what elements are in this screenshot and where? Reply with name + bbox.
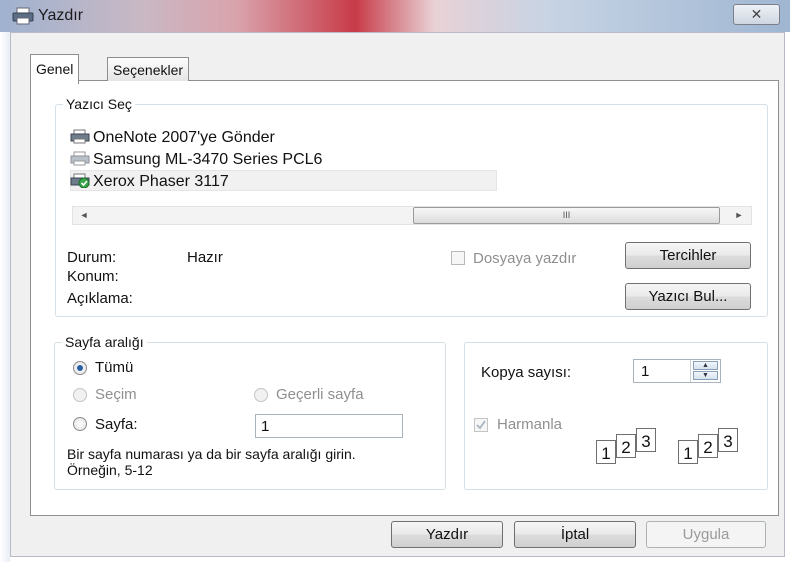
collate-page: 1 xyxy=(596,440,616,464)
all-pages-radio[interactable] xyxy=(73,361,87,375)
collate-label: Harmanla xyxy=(497,416,563,433)
printer-name: OneNote 2007'ye Gönder xyxy=(93,129,275,146)
current-page-radio[interactable] xyxy=(254,388,268,402)
scroll-right-arrow-icon[interactable]: ► xyxy=(727,206,751,225)
tab-general[interactable]: Genel xyxy=(30,54,80,84)
preferences-button[interactable]: Tercihler xyxy=(625,242,751,269)
print-button[interactable]: Yazdır xyxy=(391,521,503,548)
tab-options[interactable]: Seçenekler xyxy=(107,57,190,81)
scrollbar-thumb[interactable]: III xyxy=(413,207,720,224)
comment-label: Açıklama: xyxy=(67,290,133,307)
pages-input[interactable]: 1 xyxy=(255,414,403,438)
spin-up-arrow-icon[interactable]: ▲ xyxy=(693,361,718,370)
status-label: Durum: xyxy=(67,249,117,266)
selection-label: Seçim xyxy=(95,386,137,403)
printer-item[interactable]: OneNote 2007'ye Gönder xyxy=(70,127,275,149)
collate-checkbox[interactable] xyxy=(474,418,488,432)
printer-name: Xerox Phaser 3117 xyxy=(93,173,229,190)
collate-page: 1 xyxy=(678,440,698,464)
page-range-hint: Bir sayfa numarası ya da bir sayfa aralı… xyxy=(67,446,356,478)
printer-list[interactable]: OneNote 2007'ye Gönder Samsung ML-3470 S… xyxy=(70,124,710,194)
checkmark-icon xyxy=(476,420,486,430)
title-bar[interactable] xyxy=(0,0,790,32)
printer-icon xyxy=(12,7,34,25)
printer-name: Samsung ML-3470 Series PCL6 xyxy=(93,151,323,168)
status-value: Hazır xyxy=(187,249,223,266)
printer-icon xyxy=(70,129,90,144)
printer-select-legend: Yazıcı Seç xyxy=(63,96,135,112)
collate-page: 3 xyxy=(636,428,656,452)
cancel-button[interactable]: İptal xyxy=(514,521,636,548)
collate-page: 2 xyxy=(698,434,718,458)
window-title: Yazdır xyxy=(38,7,84,24)
close-button[interactable]: ✕ xyxy=(733,4,780,25)
collate-illustration: 3 2 1 xyxy=(594,428,666,468)
spin-down-arrow-icon[interactable]: ▼ xyxy=(693,371,718,380)
apply-button[interactable]: Uygula xyxy=(646,521,766,548)
pages-label: Sayfa: xyxy=(95,416,138,433)
printer-item[interactable]: Samsung ML-3470 Series PCL6 xyxy=(70,149,322,171)
printer-item-selected[interactable]: Xerox Phaser 3117 xyxy=(70,171,229,193)
copies-spinner[interactable]: ▲ ▼ xyxy=(690,360,720,382)
collate-illustration: 3 2 1 xyxy=(676,428,748,468)
current-page-label: Geçerli sayfa xyxy=(276,386,364,403)
window-edge xyxy=(0,32,10,562)
print-to-file-label: Dosyaya yazdır xyxy=(473,250,577,267)
default-printer-icon xyxy=(70,173,90,189)
location-label: Konum: xyxy=(67,268,119,285)
page-range-legend: Sayfa aralığı xyxy=(62,334,147,350)
collate-page: 2 xyxy=(616,434,636,458)
find-printer-button[interactable]: Yazıcı Bul... xyxy=(625,283,751,310)
selection-radio[interactable] xyxy=(73,388,87,402)
printer-icon xyxy=(70,151,90,166)
all-pages-label: Tümü xyxy=(95,359,134,376)
scroll-left-arrow-icon[interactable]: ◄ xyxy=(72,206,96,225)
collate-page: 3 xyxy=(718,428,738,452)
print-to-file-checkbox[interactable] xyxy=(451,251,465,265)
copies-label: Kopya sayısı: xyxy=(481,364,572,381)
pages-radio[interactable] xyxy=(73,417,87,431)
